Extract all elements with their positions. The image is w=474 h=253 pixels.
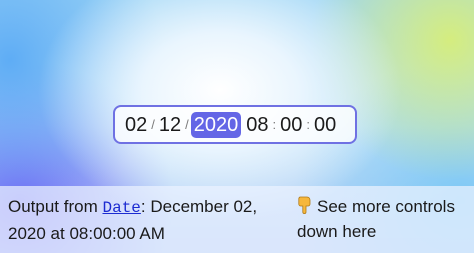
- day-segment[interactable]: 12: [157, 112, 183, 138]
- hour-segment[interactable]: 08: [244, 112, 270, 138]
- date-separator: /: [185, 117, 189, 132]
- more-controls-text: See more controls down here: [297, 197, 455, 241]
- time-separator: :: [272, 117, 277, 132]
- footer-panel: Output from Date: December 02, 2020 at 0…: [0, 186, 474, 253]
- more-controls-hint: See more controls down here: [297, 194, 472, 244]
- minute-segment[interactable]: 00: [278, 112, 304, 138]
- second-segment[interactable]: 00: [312, 112, 338, 138]
- date-link[interactable]: Date: [102, 199, 140, 217]
- pointing-down-hand-icon: [297, 196, 313, 214]
- date-separator: /: [151, 117, 155, 132]
- datetime-field[interactable]: 02 / 12 / 2020 08 : 00 : 00: [113, 105, 357, 144]
- time-separator: :: [306, 117, 310, 132]
- year-segment[interactable]: 2020: [190, 111, 242, 138]
- output-text: Output from Date: December 02, 2020 at 0…: [8, 194, 288, 246]
- output-prefix: Output from: [8, 197, 103, 216]
- month-segment[interactable]: 02: [123, 112, 149, 138]
